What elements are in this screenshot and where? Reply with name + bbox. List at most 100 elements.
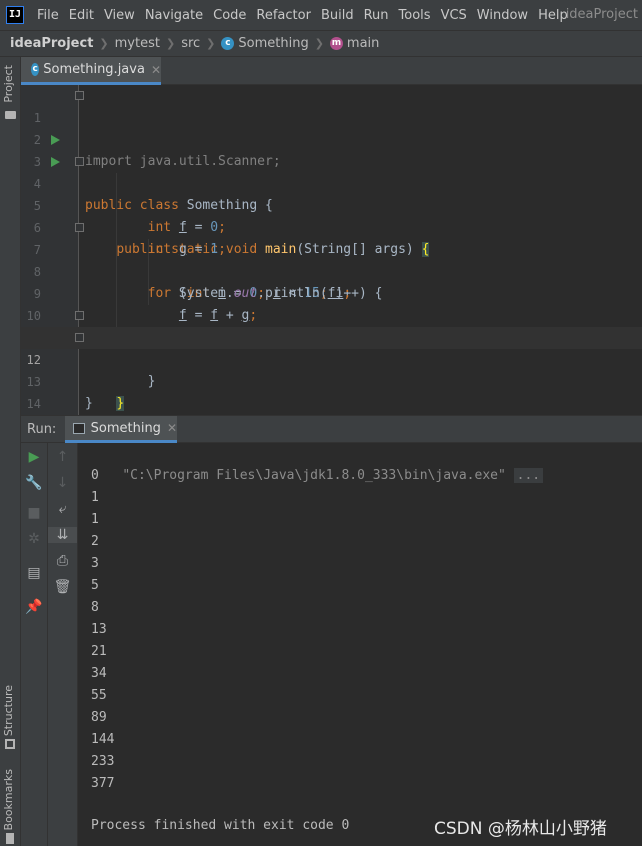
java-command: "C:\Program Files\Java\jdk1.8.0_333\bin\… (122, 468, 506, 483)
rerun-icon[interactable]: ▶ (21, 449, 47, 465)
wrench-icon[interactable]: 🔧 (21, 475, 47, 491)
menu-vcs[interactable]: VCS (436, 8, 472, 23)
menu-run[interactable]: Run (359, 8, 394, 23)
console-output-line: 3 (91, 556, 99, 571)
code-line: 10 g = f - g; (26, 309, 258, 345)
chevron-right-icon: ❯ (314, 37, 324, 50)
run-gutter-icon[interactable] (51, 157, 60, 167)
code-line: 11 } (21, 305, 642, 389)
fold-icon[interactable] (75, 333, 84, 342)
console-output-line: 21 (91, 644, 107, 659)
tab-something-java[interactable]: c Something.java ✕ (21, 57, 161, 85)
breadcrumb: ideaProject ❯ mytest ❯ src ❯ c Something… (0, 30, 642, 57)
code-line: 4 public static void main(String[] args)… (21, 151, 642, 257)
scroll-to-end-icon[interactable]: ⇊ (48, 527, 77, 543)
breadcrumb-module[interactable]: mytest (115, 36, 160, 51)
print-icon[interactable]: ⎙ (48, 553, 77, 569)
console-output-line: 1 (91, 512, 99, 527)
watermark: CSDN @杨林山小野猪 (434, 819, 607, 839)
pin-icon[interactable]: 📌 (21, 599, 47, 615)
stop-icon[interactable]: ■ (21, 505, 47, 521)
breadcrumb-method[interactable]: main (347, 36, 379, 51)
breadcrumb-class[interactable]: Something (238, 36, 308, 51)
console-output-line: 233 (91, 754, 115, 769)
menu-refactor[interactable]: Refactor (251, 8, 316, 23)
code-line: 13 } (26, 375, 93, 411)
code-line: 6 int g = 1; (33, 221, 226, 257)
run-tab-something[interactable]: Something ✕ (65, 416, 177, 443)
process-finished-message: Process finished with exit code 0 (91, 818, 350, 833)
close-icon[interactable]: ✕ (151, 63, 161, 77)
intellij-logo-icon[interactable]: IJ (6, 6, 24, 24)
console-command-line: "C:\Program Files\Java\jdk1.8.0_333\bin\… (91, 443, 544, 483)
menu-window[interactable]: Window (472, 8, 533, 23)
code-editor[interactable]: 1 import java.util.Scanner; 2 3 public c… (21, 85, 642, 415)
command-expand-button[interactable]: ... (513, 468, 544, 483)
console-output-line: 377 (91, 776, 115, 791)
menu-edit[interactable]: Edit (64, 8, 99, 23)
tab-label: Something.java (43, 62, 145, 77)
console-output-line: 34 (91, 666, 107, 681)
console-output-line: 1 (91, 490, 99, 505)
code-line: 3 public class Something { (21, 129, 642, 213)
structure-icon[interactable] (5, 739, 15, 749)
run-gutter-icon[interactable] (51, 135, 60, 145)
soft-wrap-icon[interactable]: ⤶ (48, 501, 77, 517)
fold-icon[interactable] (75, 311, 84, 320)
menu-bar: IJ File Edit View Navigate Code Refactor… (0, 0, 642, 30)
menu-tools[interactable]: Tools (394, 8, 436, 23)
code-line: 14 (26, 397, 41, 411)
bookmark-icon[interactable] (6, 833, 14, 844)
console-output-line: 0 (91, 468, 99, 483)
chevron-right-icon: ❯ (206, 37, 216, 50)
class-icon: c (221, 37, 235, 50)
code-line: 7 for (int i = 0; i < 15; i++) { (21, 217, 642, 301)
console-output-line: 2 (91, 534, 99, 549)
window-title: ideaProject (565, 7, 638, 22)
menu-navigate[interactable]: Navigate (140, 8, 208, 23)
console-output-line: 5 (91, 578, 99, 593)
run-tab-label: Something (90, 420, 161, 436)
console-icon (73, 422, 85, 434)
code-line-current: 12 } (21, 327, 642, 411)
layout-icon[interactable]: ▤ (21, 565, 47, 581)
left-tool-stripe: Project Structure Bookmarks (0, 57, 21, 846)
breadcrumb-project[interactable]: ideaProject (10, 36, 93, 51)
method-icon: m (329, 37, 343, 50)
editor-tab-bar: c Something.java ✕ (21, 57, 642, 85)
breadcrumb-src[interactable]: src (181, 36, 200, 51)
arrow-up-icon[interactable]: ↑ (48, 449, 77, 465)
project-tool-button[interactable]: Project (2, 65, 15, 103)
console-output-line: 144 (91, 732, 115, 747)
code-line: 9 f = f + g; (33, 287, 258, 323)
menu-view[interactable]: View (99, 8, 140, 23)
class-icon: c (31, 63, 40, 76)
fold-icon[interactable] (75, 223, 84, 232)
arrow-down-icon[interactable]: ↓ (48, 475, 77, 491)
code-line: 5 int f = 0; (33, 199, 226, 235)
chevron-right-icon: ❯ (165, 37, 176, 50)
chevron-right-icon: ❯ (99, 37, 109, 50)
menu-build[interactable]: Build (316, 8, 359, 23)
console-output-line: 13 (91, 622, 107, 637)
run-console[interactable]: "C:\Program Files\Java\jdk1.8.0_333\bin\… (78, 443, 642, 846)
console-output-line: 8 (91, 600, 99, 615)
trash-icon[interactable]: 🗑 (48, 579, 77, 595)
close-icon[interactable]: ✕ (167, 421, 177, 435)
bookmarks-tool-button[interactable]: Bookmarks (2, 769, 15, 830)
run-toolbar-secondary: ↑ ↓ ⤶ ⇊ ⎙ 🗑 (48, 443, 78, 846)
debug-bug-icon[interactable]: ✲ (21, 531, 47, 547)
menu-code[interactable]: Code (208, 8, 251, 23)
code-line: 1 import java.util.Scanner; (21, 85, 642, 169)
run-toolbar-primary: ▶ 🔧 ■ ✲ ▤ 📌 (21, 443, 48, 846)
fold-icon[interactable] (75, 91, 84, 100)
console-output-line: 89 (91, 710, 107, 725)
code-line: 8 System.out.println(f); (33, 265, 352, 301)
menu-file[interactable]: File (32, 8, 64, 23)
console-output-line: 55 (91, 688, 107, 703)
run-label: Run: (27, 422, 57, 437)
fold-icon[interactable] (75, 157, 84, 166)
structure-tool-button[interactable]: Structure (2, 685, 15, 736)
folder-icon[interactable] (5, 111, 16, 119)
code-line: 2 (33, 133, 41, 147)
